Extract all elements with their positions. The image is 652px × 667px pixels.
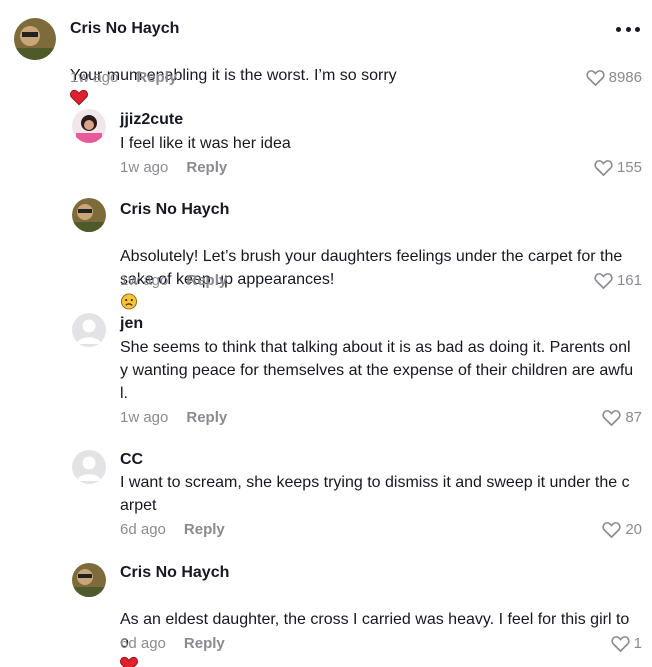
comment-time: 6d ago	[120, 521, 166, 538]
more-dots-icon[interactable]	[616, 22, 640, 36]
comment-text: I feel like it was her idea	[120, 135, 291, 152]
comment-1: Cris No Haych Your mum enabling it is th…	[0, 0, 652, 106]
comment-author[interactable]: Cris No Haych	[70, 19, 179, 39]
comment-3: Cris No Haych Absolutely! Let’s brush yo…	[0, 190, 652, 310]
comment-text: I want to scream, she keeps trying to di…	[120, 474, 630, 514]
red-heart-emoji-icon	[120, 656, 138, 667]
comment-2: jjiz2cute I feel like it was her idea 1w…	[0, 100, 652, 190]
reply-button[interactable]: Reply	[186, 159, 227, 176]
comment-time: 1w ago	[120, 159, 169, 176]
comment-text: She seems to think that talking about it…	[120, 339, 634, 402]
like-count: 161	[616, 272, 642, 289]
like-button[interactable]: 1	[611, 634, 642, 654]
comment-author[interactable]: CC	[120, 450, 143, 470]
heart-outline-icon	[602, 522, 621, 539]
avatar[interactable]	[72, 109, 106, 143]
comment-author[interactable]: jen	[120, 314, 143, 334]
avatar[interactable]	[72, 450, 106, 484]
like-button[interactable]: 161	[594, 271, 642, 291]
like-button[interactable]: 8986	[586, 68, 642, 88]
comment-5: CC I want to scream, she keeps trying to…	[0, 440, 652, 560]
like-count: 87	[625, 409, 642, 426]
comment-author[interactable]: Cris No Haych	[120, 200, 229, 220]
heart-outline-icon	[611, 636, 630, 653]
comment-4: jen She seems to think that talking abou…	[0, 305, 652, 445]
reply-button[interactable]: Reply	[184, 635, 225, 652]
comment-author[interactable]: Cris No Haych	[120, 563, 229, 583]
comment-meta: 1w ago Reply	[120, 408, 227, 428]
like-button[interactable]: 87	[602, 408, 642, 428]
comment-meta: 1w ago Reply	[120, 271, 227, 291]
like-button[interactable]: 20	[602, 520, 642, 540]
avatar[interactable]	[72, 563, 106, 597]
heart-outline-icon	[594, 273, 613, 290]
like-count: 8986	[608, 69, 642, 86]
like-count: 1	[633, 635, 642, 652]
reply-button[interactable]: Reply	[186, 272, 227, 289]
heart-outline-icon	[602, 410, 621, 427]
reply-button[interactable]: Reply	[136, 69, 177, 86]
comment-meta: 1w ago Reply	[70, 68, 177, 88]
like-count: 20	[625, 521, 642, 538]
avatar[interactable]	[72, 313, 106, 347]
comment-time: 6d ago	[120, 635, 166, 652]
like-button[interactable]: 155	[594, 158, 642, 178]
comment-text: Absolutely! Let’s brush your daughters f…	[120, 222, 622, 314]
comment-6: Cris No Haych As an eldest daughter, the…	[0, 555, 652, 667]
heart-outline-icon	[594, 160, 613, 177]
comment-time: 1w ago	[70, 69, 119, 86]
comment-author[interactable]: jjiz2cute	[120, 110, 183, 130]
comment-time: 1w ago	[120, 409, 169, 426]
heart-outline-icon	[586, 70, 605, 87]
comment-meta: 6d ago Reply	[120, 520, 225, 540]
reply-button[interactable]: Reply	[184, 521, 225, 538]
avatar[interactable]	[14, 18, 56, 60]
comment-text: As an eldest daughter, the cross I carri…	[120, 585, 629, 667]
comment-meta: 1w ago Reply	[120, 158, 227, 178]
reply-button[interactable]: Reply	[186, 409, 227, 426]
comment-time: 1w ago	[120, 272, 169, 289]
avatar[interactable]	[72, 198, 106, 232]
like-count: 155	[616, 159, 642, 176]
comment-meta: 6d ago Reply	[120, 634, 225, 654]
